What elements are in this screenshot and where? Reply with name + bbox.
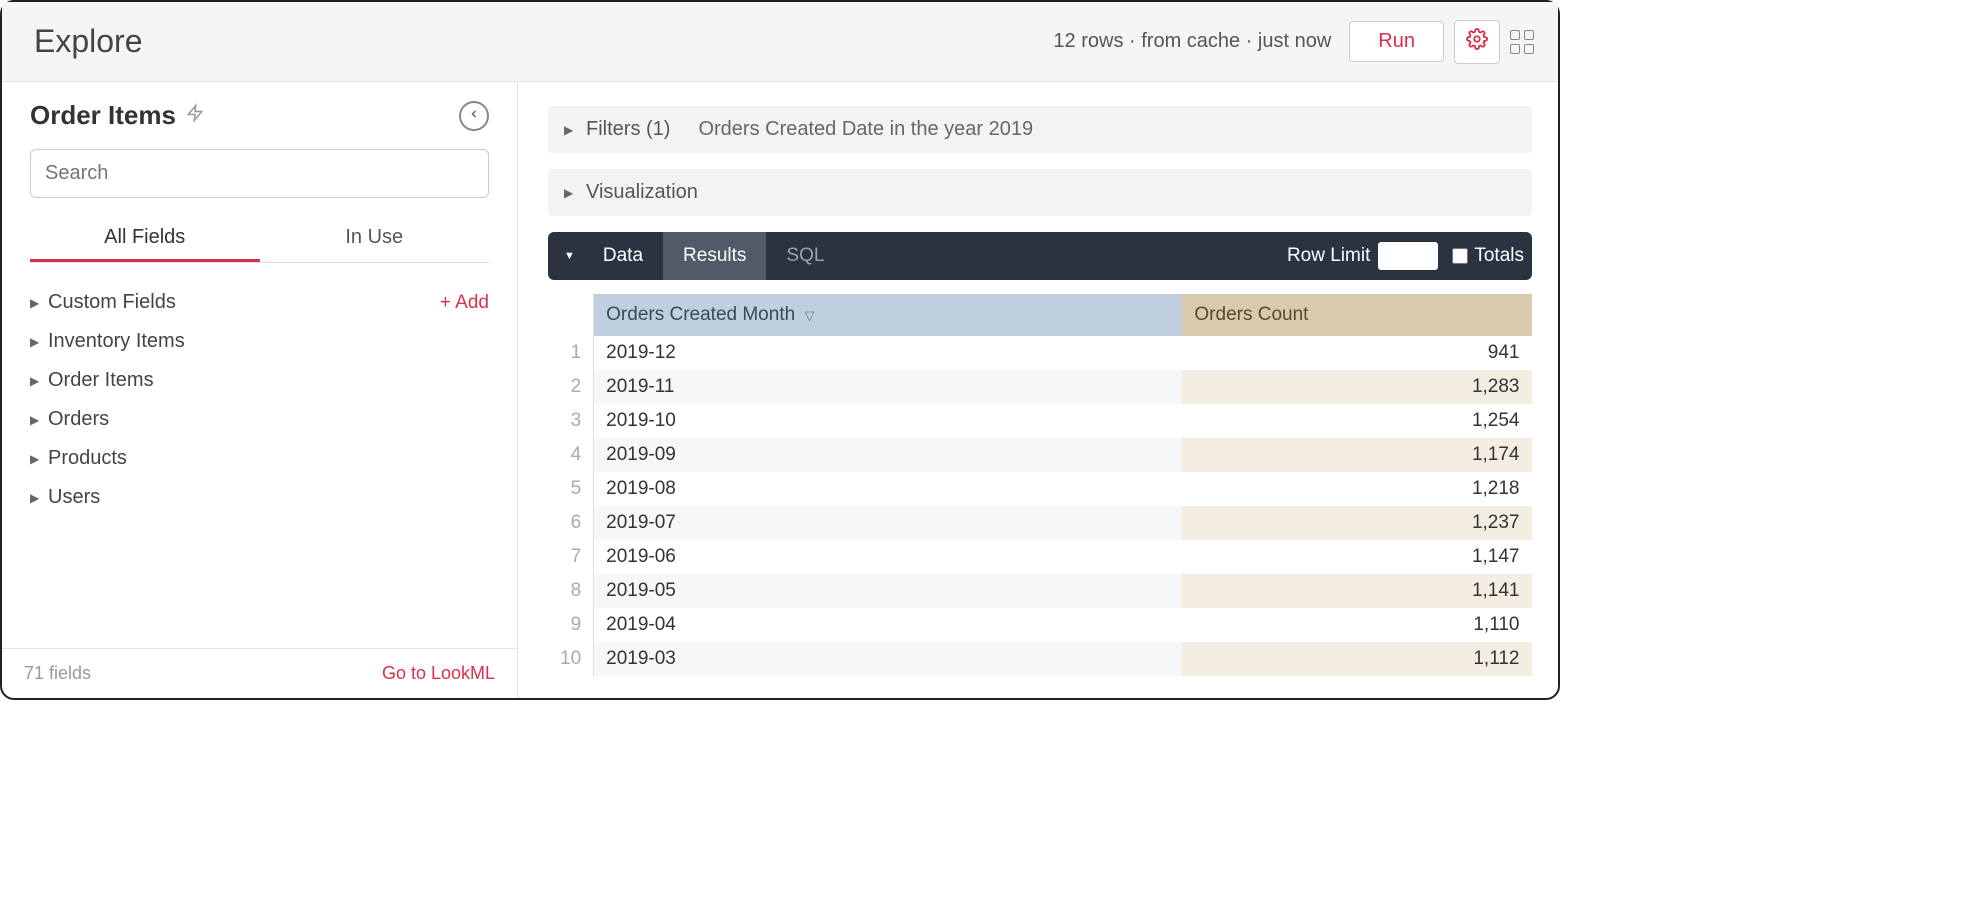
cell-dimension[interactable]: 2019-09: [594, 438, 1183, 472]
caret-right-icon: ▶: [564, 123, 586, 137]
caret-right-icon: ▶: [30, 452, 48, 466]
column-header-measure[interactable]: Orders Count: [1182, 294, 1531, 336]
cell-measure[interactable]: 1,174: [1182, 438, 1531, 472]
cell-dimension[interactable]: 2019-05: [594, 574, 1183, 608]
field-group[interactable]: ▶Users: [30, 478, 489, 517]
row-number: 3: [548, 404, 594, 438]
query-status: 12 rows · from cache · just now: [1053, 30, 1331, 53]
field-group[interactable]: ▶Custom Fields + Add: [30, 283, 489, 322]
caret-right-icon: ▶: [30, 335, 48, 349]
results-table: Orders Created Month ▽ Orders Count 1201…: [548, 294, 1532, 676]
cell-measure[interactable]: 1,112: [1182, 642, 1531, 676]
filters-label: Filters (1): [586, 118, 670, 141]
collapse-sidebar-button[interactable]: [459, 101, 489, 131]
row-number: 8: [548, 574, 594, 608]
cell-dimension[interactable]: 2019-03: [594, 642, 1183, 676]
field-count: 71 fields: [24, 663, 91, 684]
caret-right-icon: ▶: [564, 186, 586, 200]
visualization-panel[interactable]: ▶ Visualization: [548, 169, 1532, 216]
chevron-left-icon: [468, 107, 480, 125]
table-row: 42019-091,174: [548, 438, 1532, 472]
dashboard-grid-icon[interactable]: [1510, 30, 1534, 54]
bolt-icon: [186, 101, 204, 130]
caret-right-icon: ▶: [30, 374, 48, 388]
caret-right-icon: ▶: [30, 491, 48, 505]
field-group-label: Users: [48, 486, 100, 509]
field-group-label: Custom Fields: [48, 291, 176, 314]
cell-dimension[interactable]: 2019-06: [594, 540, 1183, 574]
table-row: 32019-101,254: [548, 404, 1532, 438]
table-row: 62019-071,237: [548, 506, 1532, 540]
table-row: 52019-081,218: [548, 472, 1532, 506]
add-custom-field-button[interactable]: + Add: [440, 292, 489, 314]
field-group-label: Products: [48, 447, 127, 470]
caret-right-icon: ▶: [30, 296, 48, 310]
cell-dimension[interactable]: 2019-11: [594, 370, 1183, 404]
row-number: 10: [548, 642, 594, 676]
filters-panel[interactable]: ▶ Filters (1) Orders Created Date in the…: [548, 106, 1532, 153]
go-to-lookml-link[interactable]: Go to LookML: [382, 663, 495, 684]
filters-summary: Orders Created Date in the year 2019: [698, 118, 1033, 141]
cell-dimension[interactable]: 2019-04: [594, 608, 1183, 642]
row-number: 9: [548, 608, 594, 642]
cell-measure[interactable]: 941: [1182, 336, 1531, 370]
cell-measure[interactable]: 1,110: [1182, 608, 1531, 642]
cell-dimension[interactable]: 2019-12: [594, 336, 1183, 370]
cell-measure[interactable]: 1,141: [1182, 574, 1531, 608]
cell-dimension[interactable]: 2019-10: [594, 404, 1183, 438]
totals-label: Totals: [1474, 245, 1524, 267]
cell-dimension[interactable]: 2019-08: [594, 472, 1183, 506]
cell-measure[interactable]: 1,254: [1182, 404, 1531, 438]
caret-right-icon: ▶: [30, 413, 48, 427]
data-bar: ▼ Data Results SQL Row Limit Totals: [548, 232, 1532, 280]
row-number: 2: [548, 370, 594, 404]
table-row: 82019-051,141: [548, 574, 1532, 608]
sql-tab[interactable]: SQL: [766, 232, 844, 280]
caret-down-icon: ▼: [564, 250, 575, 262]
column-header-dimension[interactable]: Orders Created Month ▽: [594, 294, 1183, 336]
results-tab[interactable]: Results: [663, 232, 766, 280]
row-number: 1: [548, 336, 594, 370]
field-group[interactable]: ▶Order Items: [30, 361, 489, 400]
field-group[interactable]: ▶Products: [30, 439, 489, 478]
page-title: Explore: [34, 23, 143, 60]
search-input[interactable]: [30, 149, 489, 198]
table-row: 102019-031,112: [548, 642, 1532, 676]
row-number: 7: [548, 540, 594, 574]
totals-checkbox[interactable]: [1452, 248, 1468, 264]
settings-button[interactable]: [1454, 20, 1500, 64]
row-limit-input[interactable]: [1378, 242, 1438, 270]
gear-icon: [1466, 28, 1488, 55]
data-tab[interactable]: Data: [583, 232, 663, 280]
row-number: 4: [548, 438, 594, 472]
field-group[interactable]: ▶Orders: [30, 400, 489, 439]
table-row: 12019-12941: [548, 336, 1532, 370]
field-group-label: Inventory Items: [48, 330, 185, 353]
row-number: 5: [548, 472, 594, 506]
table-row: 72019-061,147: [548, 540, 1532, 574]
cell-measure[interactable]: 1,218: [1182, 472, 1531, 506]
rownum-header: [548, 294, 594, 336]
field-group[interactable]: ▶Inventory Items: [30, 322, 489, 361]
tab-all-fields[interactable]: All Fields: [30, 226, 260, 262]
cell-measure[interactable]: 1,147: [1182, 540, 1531, 574]
cell-dimension[interactable]: 2019-07: [594, 506, 1183, 540]
visualization-label: Visualization: [586, 181, 698, 204]
field-group-label: Order Items: [48, 369, 154, 392]
tab-in-use[interactable]: In Use: [260, 226, 490, 262]
row-number: 6: [548, 506, 594, 540]
table-row: 92019-041,110: [548, 608, 1532, 642]
explore-name: Order Items: [30, 100, 176, 131]
cell-measure[interactable]: 1,283: [1182, 370, 1531, 404]
table-row: 22019-111,283: [548, 370, 1532, 404]
sort-desc-icon: ▽: [804, 308, 814, 323]
row-limit-label: Row Limit: [1287, 245, 1370, 267]
field-group-label: Orders: [48, 408, 109, 431]
cell-measure[interactable]: 1,237: [1182, 506, 1531, 540]
run-button[interactable]: Run: [1349, 21, 1444, 62]
